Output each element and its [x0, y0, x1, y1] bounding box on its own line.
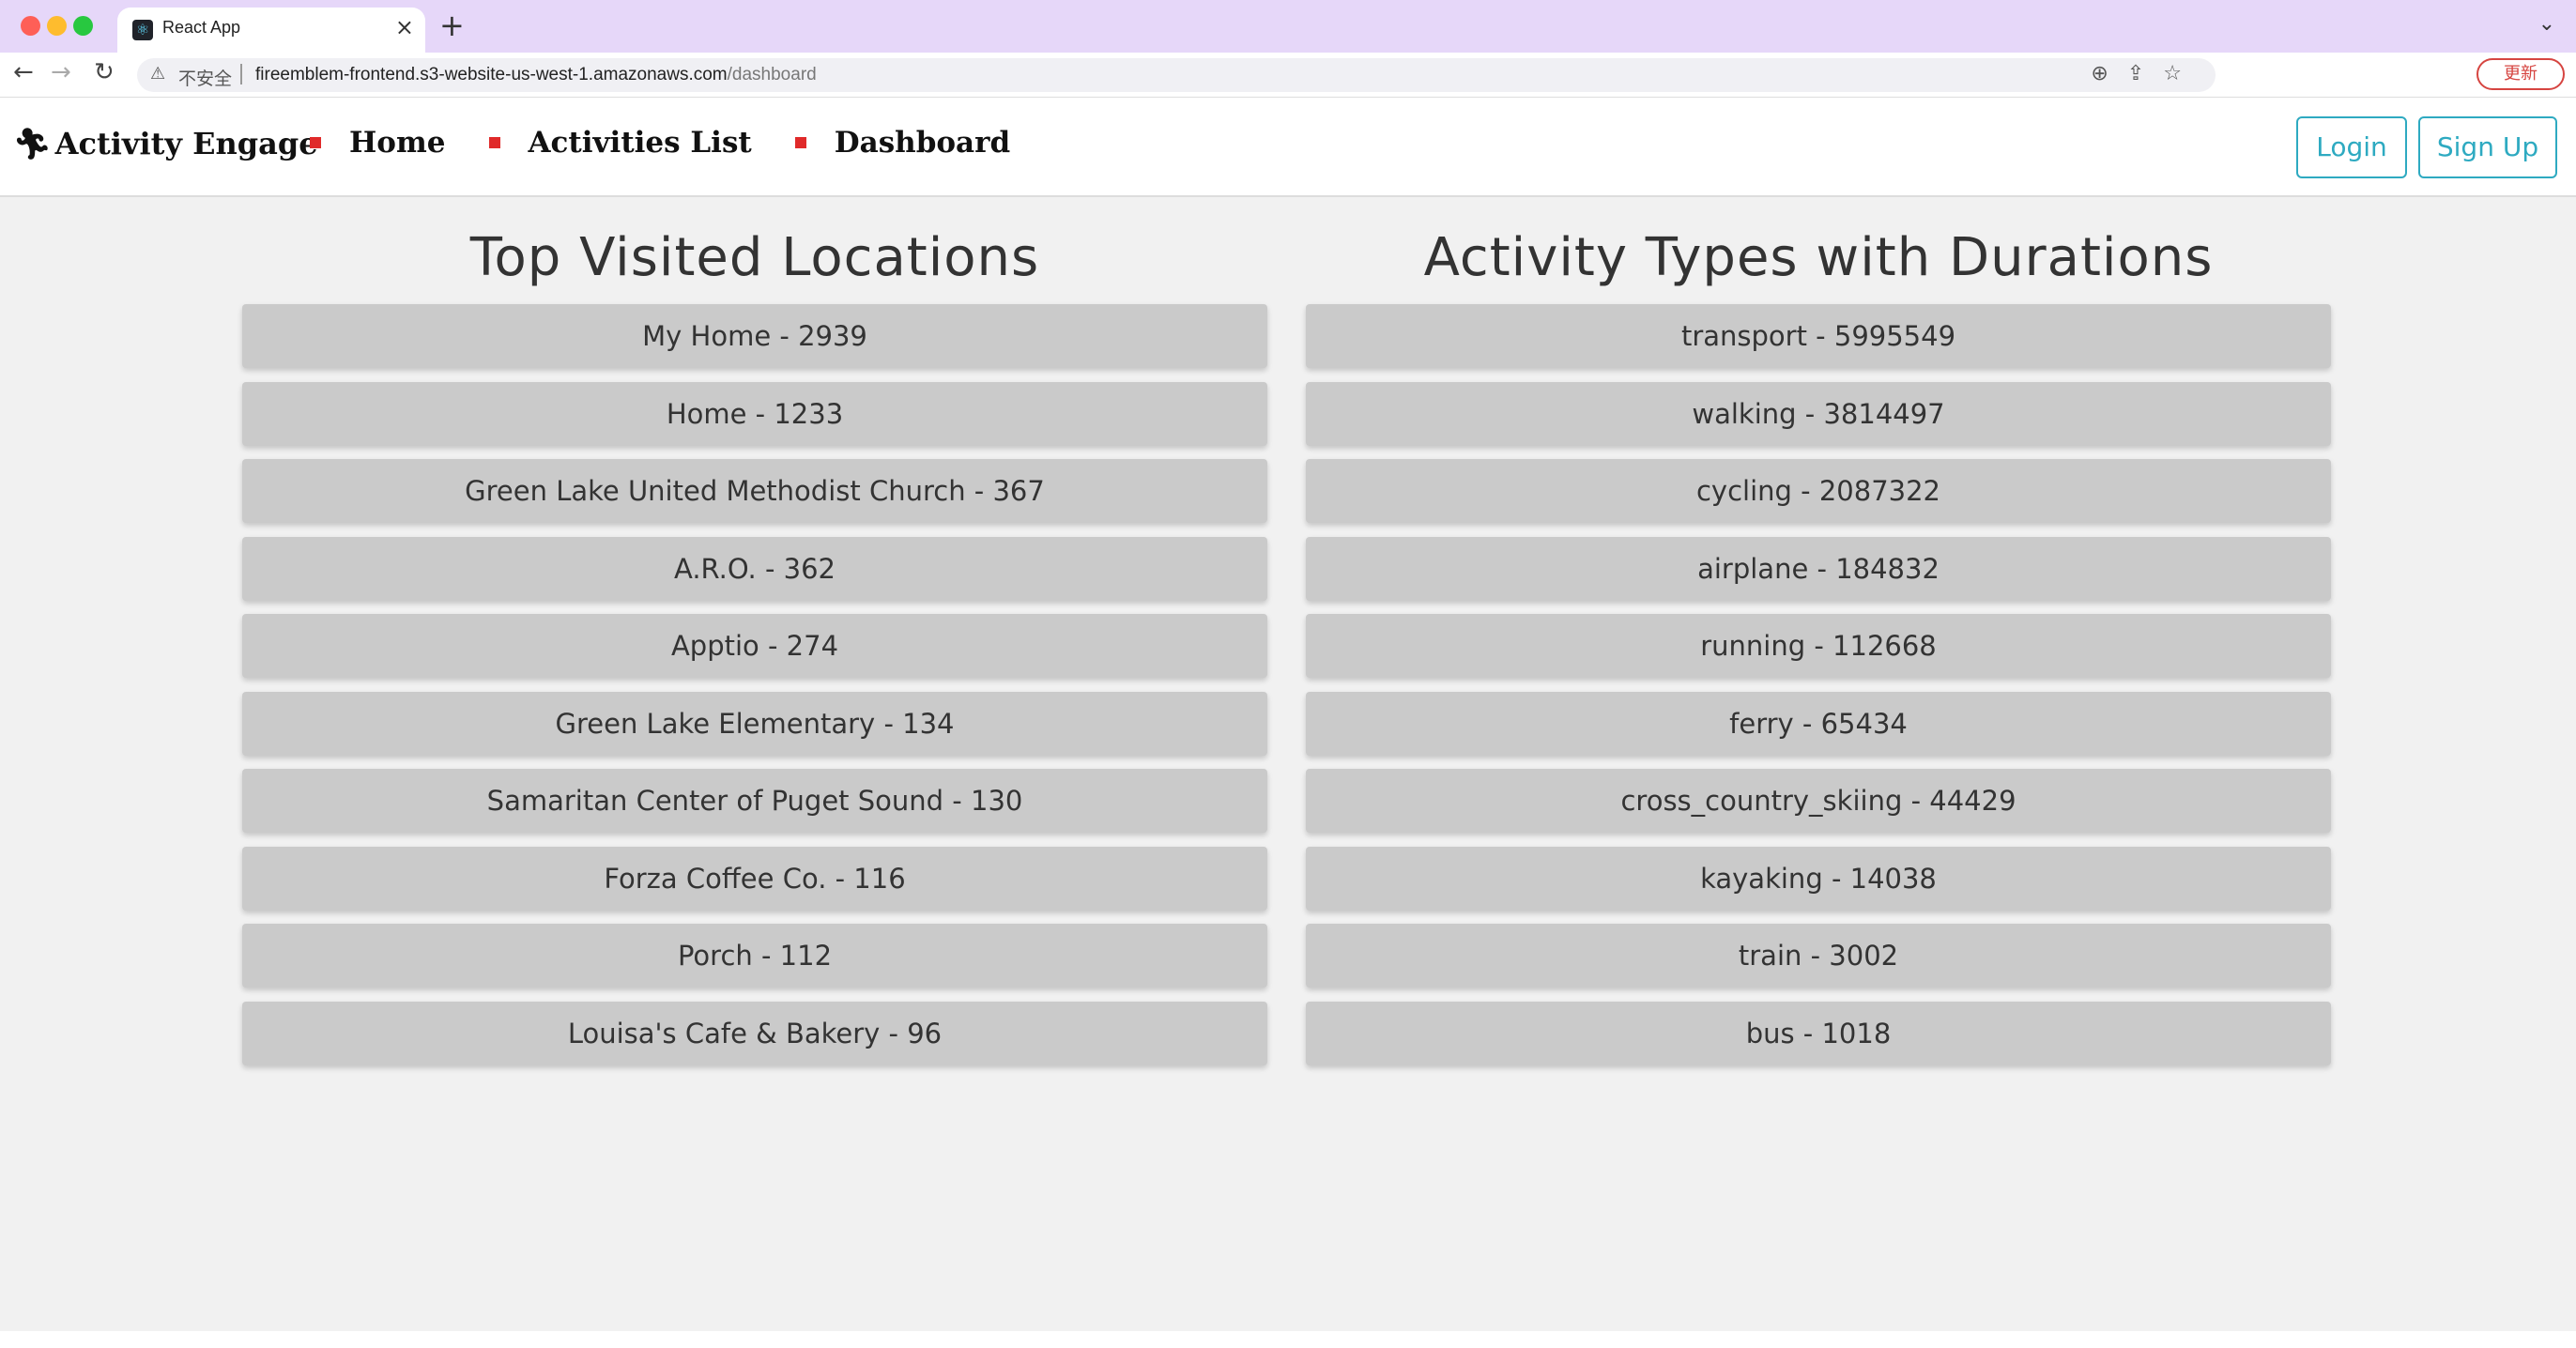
activity-item[interactable]: walking - 3814497: [1306, 381, 2331, 446]
app-header: 🏃︎ Activity Engage Home Activities List D…: [0, 98, 2576, 197]
location-item[interactable]: Home - 1233: [242, 381, 1267, 446]
tab-title: React App: [162, 18, 241, 37]
bullet-icon: [488, 137, 500, 148]
minimize-window-button[interactable]: [47, 16, 67, 36]
nav-item-home[interactable]: Home: [310, 126, 446, 160]
activity-item[interactable]: cycling - 2087322: [1306, 459, 2331, 523]
bullet-icon: [310, 137, 321, 148]
nav-label: Dashboard: [834, 126, 1011, 160]
location-item[interactable]: A.R.O. - 362: [242, 536, 1267, 601]
reload-icon[interactable]: ↻: [94, 58, 115, 86]
warning-icon[interactable]: ⚠: [150, 64, 165, 84]
location-item[interactable]: Porch - 112: [242, 924, 1267, 988]
activity-item[interactable]: kayaking - 14038: [1306, 846, 2331, 911]
signup-button[interactable]: Sign Up: [2418, 116, 2557, 178]
nav-item-activities-list[interactable]: Activities List: [488, 126, 752, 160]
update-button[interactable]: 更新: [2476, 58, 2565, 90]
activity-item[interactable]: cross_country_skiing - 44429: [1306, 769, 2331, 833]
close-tab-icon[interactable]: ×: [395, 14, 414, 40]
nav-item-dashboard[interactable]: Dashboard: [794, 126, 1011, 160]
new-tab-button[interactable]: +: [439, 8, 465, 43]
activity-item[interactable]: bus - 1018: [1306, 1001, 2331, 1065]
location-item[interactable]: Louisa's Cafe & Bakery - 96: [242, 1001, 1267, 1065]
brand-logo[interactable]: 🏃︎ Activity Engage: [13, 126, 318, 161]
activity-item[interactable]: transport - 5995549: [1306, 304, 2331, 368]
location-item[interactable]: Samaritan Center of Puget Sound - 130: [242, 769, 1267, 833]
location-item[interactable]: Green Lake Elementary - 134: [242, 691, 1267, 756]
bullet-icon: [794, 137, 806, 148]
location-item[interactable]: Green Lake United Methodist Church - 367: [242, 459, 1267, 523]
browser-tab-bar: ⚛ React App × + ⌄: [0, 0, 2576, 53]
url-path: /dashboard: [727, 65, 817, 84]
bottom-strip: [0, 1331, 2576, 1348]
location-item[interactable]: My Home - 2939: [242, 304, 1267, 368]
top-locations-panel: Top Visited Locations My Home - 2939 Hom…: [242, 225, 1267, 1079]
activity-types-panel: Activity Types with Durations transport …: [1306, 225, 2331, 1079]
location-item[interactable]: Forza Coffee Co. - 116: [242, 846, 1267, 911]
nav-label: Activities List: [528, 126, 752, 160]
url-text[interactable]: fireemblem-frontend.s3-website-us-west-1…: [255, 65, 817, 85]
main-nav: Home Activities List Dashboard: [310, 126, 1053, 160]
dashboard: Top Visited Locations My Home - 2939 Hom…: [0, 197, 2576, 1348]
location-item[interactable]: Apptio - 274: [242, 614, 1267, 678]
maximize-window-button[interactable]: [73, 16, 93, 36]
activity-types-title: Activity Types with Durations: [1423, 227, 2214, 288]
close-window-button[interactable]: [21, 16, 40, 36]
activity-item[interactable]: running - 112668: [1306, 614, 2331, 678]
zoom-icon[interactable]: ⊕: [2091, 62, 2126, 85]
address-bar[interactable]: ⚠ 不安全 fireemblem-frontend.s3-website-us-…: [137, 58, 2216, 92]
back-arrow-icon[interactable]: ←: [13, 58, 34, 86]
browser-tab[interactable]: ⚛ React App ×: [117, 8, 425, 53]
login-button[interactable]: Login: [2296, 116, 2407, 178]
running-person-icon: 🏃︎: [13, 126, 52, 161]
top-locations-title: Top Visited Locations: [469, 227, 1040, 288]
react-icon: ⚛: [132, 20, 153, 40]
star-icon[interactable]: ☆: [2163, 62, 2200, 85]
activity-item[interactable]: train - 3002: [1306, 924, 2331, 988]
share-icon[interactable]: ⇪: [2127, 62, 2163, 85]
forward-arrow-icon[interactable]: →: [51, 58, 71, 86]
activity-item[interactable]: ferry - 65434: [1306, 691, 2331, 756]
url-host: fireemblem-frontend.s3-website-us-west-1…: [255, 65, 728, 84]
insecure-label: 不安全: [178, 69, 233, 89]
divider: [240, 64, 242, 84]
activity-item[interactable]: airplane - 184832: [1306, 536, 2331, 601]
omnibox-actions: ⊕⇪☆: [2091, 62, 2200, 85]
brand-name: Activity Engage: [54, 126, 318, 161]
browser-toolbar: ← → ↻ ⚠ 不安全 fireemblem-frontend.s3-websi…: [0, 53, 2576, 137]
nav-label: Home: [349, 126, 446, 160]
chevron-down-icon[interactable]: ⌄: [2538, 12, 2555, 36]
